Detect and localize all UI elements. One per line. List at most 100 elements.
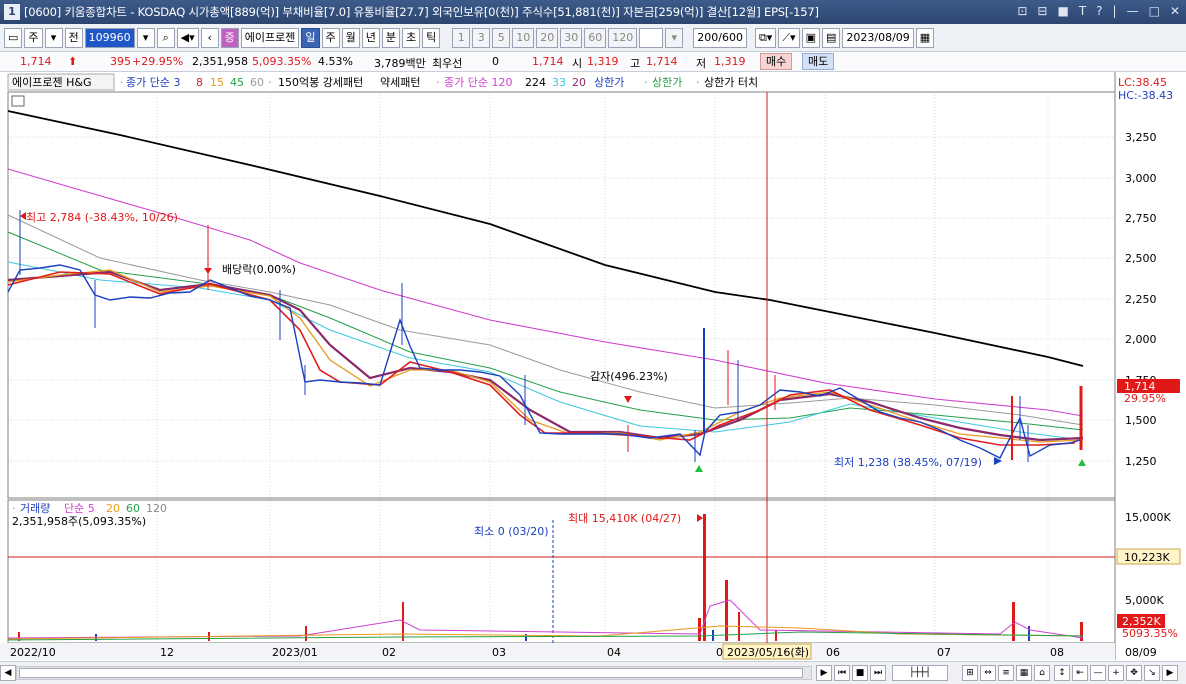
scroll-right-icon[interactable]: ▶ xyxy=(816,665,832,681)
home-icon[interactable]: ⌂ xyxy=(1034,665,1050,681)
minute-30[interactable]: 30 xyxy=(560,27,583,48)
min-volume-annotation: 최소 0 (03/20) xyxy=(474,525,549,538)
stock-info-icon[interactable]: 증 xyxy=(220,27,239,48)
chart-area[interactable]: 에이프로젠 H&G · 종가 단순 3 8 15 45 60 · 150억봉 강… xyxy=(0,72,1186,661)
pct-tag-text: 29.95% xyxy=(1124,392,1166,405)
speaker-icon[interactable]: ◀▾ xyxy=(176,27,199,48)
zoom-slider[interactable]: ├┼┼┤ xyxy=(892,665,948,681)
legend-upper1: 상한가 xyxy=(594,76,624,89)
volume-ma20: 20 xyxy=(106,502,120,515)
pin-icon[interactable]: ■ xyxy=(1057,4,1068,18)
minute-1[interactable]: 1 xyxy=(452,27,471,48)
expand-icon[interactable]: ↘ xyxy=(1144,665,1160,681)
maximize-icon[interactable]: □ xyxy=(1149,4,1160,18)
calendar-icon[interactable]: ▦ xyxy=(915,27,935,48)
current-price: 1,714 xyxy=(20,55,52,68)
legend-dot: · xyxy=(120,76,124,89)
period-week[interactable]: 주 xyxy=(321,27,340,48)
legend-ma15: 15 xyxy=(210,76,224,89)
scroll-left-icon[interactable]: ◀ xyxy=(0,665,16,681)
low-value: 1,319 xyxy=(714,55,746,68)
count-input[interactable]: 200/600 xyxy=(693,27,747,48)
candle-style-icon[interactable]: ⧉▾ xyxy=(754,27,777,48)
legend-ma3: 종가 단순 3 xyxy=(126,76,180,89)
date-input[interactable]: 2023/08/09 xyxy=(842,27,914,48)
legend-strong: 150억봉 강세패턴 xyxy=(278,76,363,89)
trend-tool-icon[interactable]: ⟋▾ xyxy=(778,27,800,48)
minimize-panel-icon[interactable]: ⊟ xyxy=(1037,4,1047,18)
zoom-range-icon[interactable]: ⇔ xyxy=(980,665,996,681)
legend-upper2: 상한가 xyxy=(652,76,682,89)
sell-button[interactable]: 매도 xyxy=(802,53,835,70)
legend-dot: · xyxy=(436,76,440,89)
minute-60[interactable]: 60 xyxy=(584,27,607,48)
search-icon[interactable]: ⌕ xyxy=(156,27,175,48)
period-year[interactable]: 년 xyxy=(361,27,380,48)
legend-dot: · xyxy=(644,76,648,89)
close-icon[interactable]: ✕ xyxy=(1170,4,1180,18)
legend-ma120: 종가 단순 120 xyxy=(444,76,512,89)
save-icon[interactable]: ▣ xyxy=(801,27,820,48)
minute-120[interactable]: 120 xyxy=(608,27,638,48)
prev-stock-icon[interactable]: ‹ xyxy=(200,27,219,48)
custom-minute-dropdown-icon[interactable]: ▾ xyxy=(665,27,684,48)
amount-value: 3,789백만 xyxy=(374,57,426,70)
minute-3[interactable]: 3 xyxy=(472,27,491,48)
volume-tick: 5,000K xyxy=(1125,594,1164,607)
layout-icon[interactable]: ⊡ xyxy=(1017,4,1027,18)
jump-icon[interactable]: ↕ xyxy=(1054,665,1070,681)
last-icon[interactable]: ⏭ xyxy=(870,665,886,681)
first-icon[interactable]: ⏮ xyxy=(834,665,850,681)
legend-ma20: 20 xyxy=(572,76,586,89)
period-month[interactable]: 월 xyxy=(341,27,360,48)
minute-5[interactable]: 5 xyxy=(492,27,511,48)
scroll-end-icon[interactable]: ▶ xyxy=(1162,665,1178,681)
print-icon[interactable]: ▤ xyxy=(821,27,841,48)
reduction-annotation: 감자(496.23%) xyxy=(590,370,668,383)
toolbar: ▭ 주 ▾ 전 109960 ▾ ⌕ ◀▾ ‹ 증 에이프로젠 일 주 월 년 … xyxy=(0,24,1186,52)
zoom-fit-icon[interactable]: ⊞ xyxy=(962,665,978,681)
type-dropdown-icon[interactable]: ▾ xyxy=(44,27,63,48)
scrollbar[interactable]: ◀ ▶ ⏮ ■ ⏭ ├┼┼┤ ⊞ ⇔ ≡ ▦ ⌂ ↕ ⇤ — + ✥ ↘ ▶ xyxy=(0,661,1186,684)
legend-dot: · xyxy=(696,76,700,89)
minute-20[interactable]: 20 xyxy=(536,27,559,48)
price-axis: 3,250 3,000 2,750 2,500 2,250 2,000 1,75… xyxy=(1125,131,1157,468)
pref-label: 최우선 xyxy=(432,57,463,70)
scroll-track[interactable] xyxy=(16,666,812,680)
chart-settings-icon[interactable]: ▭ xyxy=(4,27,23,48)
volume-value: 2,351,958 xyxy=(192,55,248,68)
period-second[interactable]: 초 xyxy=(402,27,421,48)
change-pct: +29.95% xyxy=(132,55,184,68)
scroll-thumb[interactable] xyxy=(19,668,803,678)
list-icon[interactable]: ≡ xyxy=(998,665,1014,681)
dividend-annotation: 배당락(0.00%) xyxy=(222,263,296,276)
hc-label: HC:-38.43 xyxy=(1118,89,1173,102)
window-icon[interactable]: 1 xyxy=(4,4,20,20)
prev-button[interactable]: 전 xyxy=(64,27,83,48)
period-tick[interactable]: 틱 xyxy=(422,27,441,48)
stop-icon[interactable]: ■ xyxy=(852,665,868,681)
zoom-in-icon[interactable]: + xyxy=(1108,665,1124,681)
pref-price: 1,714 xyxy=(532,55,564,68)
type-select[interactable]: 주 xyxy=(24,27,43,48)
zoom-out-icon[interactable]: — xyxy=(1090,665,1106,681)
grid-icon[interactable]: ▦ xyxy=(1016,665,1032,681)
price-tick: 1,250 xyxy=(1125,455,1157,468)
period-minute[interactable]: 분 xyxy=(381,27,400,48)
change-value: 395 xyxy=(110,55,131,68)
price-bar: 1,714 ⬆ 395 +29.95% 2,351,958 5,093.35% … xyxy=(0,52,1186,72)
minute-10[interactable]: 10 xyxy=(512,27,535,48)
code-dropdown-icon[interactable]: ▾ xyxy=(136,27,155,48)
x-tick-last: 08/09 xyxy=(1125,646,1157,659)
text-icon[interactable]: T xyxy=(1079,4,1086,18)
collapse-icon[interactable]: ⇤ xyxy=(1072,665,1088,681)
minimize-icon[interactable]: — xyxy=(1127,4,1139,18)
pan-icon[interactable]: ✥ xyxy=(1126,665,1142,681)
stock-code-input[interactable]: 109960 xyxy=(84,27,135,48)
period-day[interactable]: 일 xyxy=(301,27,320,48)
open-value: 1,319 xyxy=(587,55,619,68)
help-icon[interactable]: ? xyxy=(1096,4,1102,18)
custom-minute-input[interactable] xyxy=(639,27,664,48)
x-tick: 04 xyxy=(607,646,621,659)
buy-button[interactable]: 매수 xyxy=(760,53,793,70)
